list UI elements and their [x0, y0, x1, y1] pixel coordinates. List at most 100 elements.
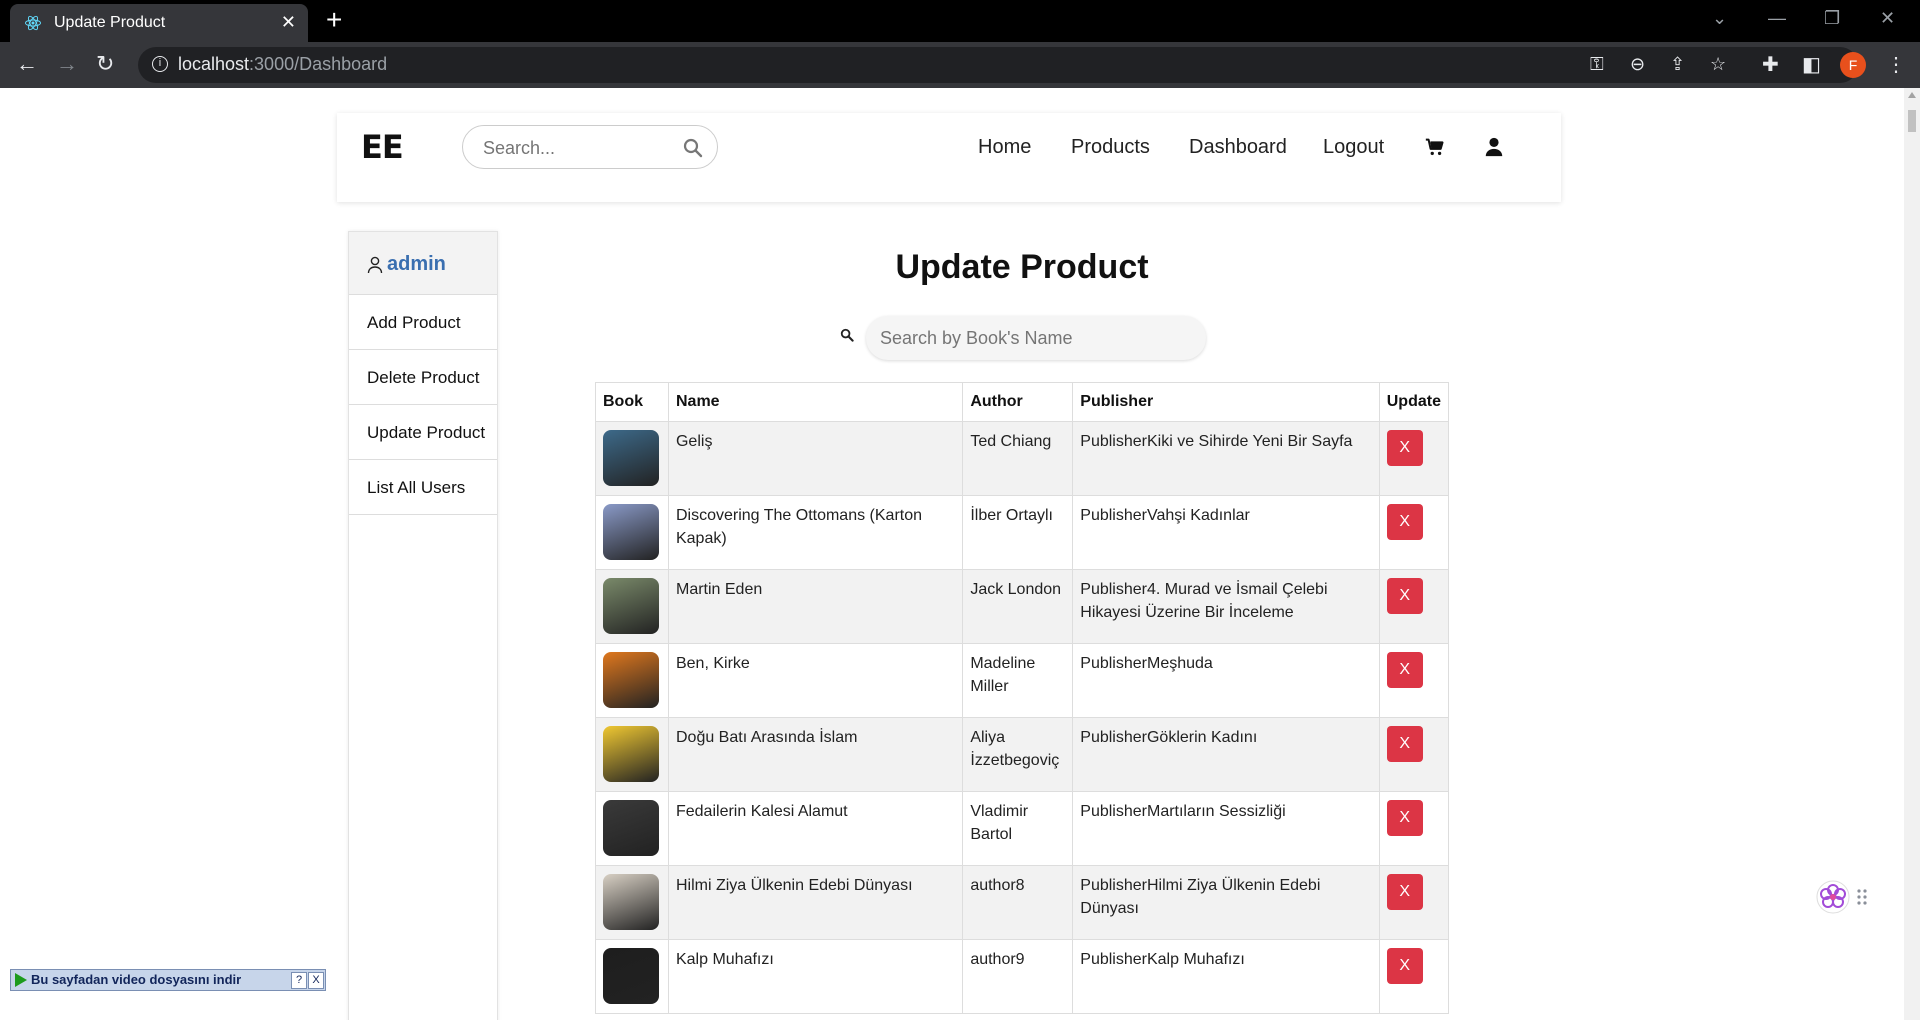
profile-avatar[interactable]: F [1840, 52, 1866, 78]
cell-update: X [1378, 717, 1450, 792]
cell-author: Jack London [962, 569, 1074, 644]
nav-logout[interactable]: Logout [1323, 136, 1384, 159]
menu-icon[interactable]: ⋮ [1886, 52, 1906, 77]
table-row: Fedailerin Kalesi Alamut Vladimir Bartol P… [595, 791, 1450, 866]
scroll-up-icon[interactable] [1908, 92, 1916, 98]
zoom-icon[interactable]: ⊖ [1630, 54, 1645, 75]
cell-author: author8 [962, 865, 1074, 940]
column-header-publisher: Publisher [1072, 382, 1380, 422]
site-search-input[interactable] [481, 137, 675, 160]
window-close-icon[interactable]: ✕ [1880, 8, 1895, 29]
extensions-icon[interactable]: ✚ [1762, 52, 1779, 77]
back-icon[interactable]: ← [16, 52, 38, 76]
brand-logo[interactable]: EE [361, 128, 404, 166]
cell-update: X [1378, 939, 1450, 1014]
update-row-button[interactable]: X [1386, 726, 1423, 762]
table-row: Martin Eden Jack London Publisher4. Murad … [595, 569, 1450, 644]
cell-publisher: PublisherVahşi Kadınlar [1072, 495, 1380, 570]
drag-handle-icon[interactable] [1856, 888, 1868, 906]
cell-update: X [1378, 643, 1450, 718]
book-search-input[interactable] [878, 327, 1192, 350]
page-scrollbar[interactable] [1904, 88, 1920, 1020]
column-header-author: Author [962, 382, 1074, 422]
cell-publisher: PublisherHilmi Ziya Ülkenin Edebi Dünyas… [1072, 865, 1380, 940]
new-tab-button[interactable]: + [326, 6, 342, 34]
tab-close-icon[interactable]: ✕ [281, 12, 296, 33]
share-icon[interactable]: ⇪ [1670, 54, 1685, 75]
update-row-button[interactable]: X [1386, 800, 1423, 836]
download-close-button[interactable]: X [308, 972, 324, 989]
forward-icon[interactable]: → [56, 52, 78, 76]
page-title: Update Product [895, 248, 1149, 286]
bookmark-star-icon[interactable]: ☆ [1710, 54, 1726, 75]
column-header-update: Update [1378, 382, 1450, 422]
sidebar-item-delete-product[interactable]: Delete Product [349, 350, 497, 405]
cell-name: Geliş [667, 421, 964, 496]
site-info-icon[interactable]: i [152, 56, 168, 72]
cell-name: Hilmi Ziya Ülkenin Edebi Dünyası [667, 865, 964, 940]
cell-book [595, 717, 669, 792]
cell-book [595, 495, 669, 570]
products-table: Book Name Author Publisher Update Geliş T… [595, 382, 1450, 1014]
update-row-button[interactable]: X [1386, 578, 1423, 614]
table-row: Discovering The Ottomans (Karton Kapak) İ… [595, 495, 1450, 570]
sidebar-item-label: List All Users [367, 478, 466, 497]
update-row-button[interactable]: X [1386, 652, 1423, 688]
cell-update: X [1378, 495, 1450, 570]
nav-dashboard[interactable]: Dashboard [1189, 136, 1287, 159]
cell-publisher: PublisherMeşhuda [1072, 643, 1380, 718]
book-cover-image [603, 504, 659, 560]
cell-publisher: PublisherMartıların Sessizliği [1072, 791, 1380, 866]
column-header-book: Book [595, 382, 669, 422]
sidebar-user-header: admin [349, 232, 497, 295]
update-row-button[interactable]: X [1386, 504, 1423, 540]
download-help-button[interactable]: ? [291, 972, 307, 989]
cell-book [595, 939, 669, 1014]
tab-search-icon[interactable]: ⌄ [1712, 8, 1727, 29]
sidebar-username[interactable]: admin [387, 253, 446, 276]
browser-tab[interactable]: Update Product ✕ [10, 4, 308, 42]
update-row-button[interactable]: X [1386, 948, 1423, 984]
book-cover-image [603, 948, 659, 1004]
assistant-flower-icon[interactable] [1816, 880, 1850, 914]
scrollbar-thumb[interactable] [1908, 110, 1916, 132]
table-header-row: Book Name Author Publisher Update [595, 382, 1450, 422]
cell-update: X [1378, 421, 1450, 496]
cell-name: Doğu Batı Arasında İslam [667, 717, 964, 792]
key-icon[interactable]: ⚿ [1590, 54, 1604, 75]
cell-update: X [1378, 791, 1450, 866]
sidebar-item-label: Update Product [367, 423, 486, 442]
sidebar-item-list-users[interactable]: List All Users [349, 460, 497, 515]
update-row-button[interactable]: X [1386, 430, 1423, 466]
dashboard-sidebar: admin Add Product Delete Product Update … [348, 231, 498, 1020]
cell-name: Fedailerin Kalesi Alamut [667, 791, 964, 866]
react-icon [25, 15, 41, 31]
update-row-button[interactable]: X [1386, 874, 1423, 910]
reload-icon[interactable]: ↻ [96, 52, 114, 76]
column-header-name: Name [667, 382, 964, 422]
browser-toolbar: ← → ↻ i localhost:3000/Dashboard ⚿ ⊖ ⇪ ☆… [0, 42, 1920, 88]
cell-author: Aliya İzzetbegoviç [962, 717, 1074, 792]
table-row: Kalp Muhafızı author9 PublisherKalp Muhafı… [595, 939, 1450, 1014]
side-panel-icon[interactable]: ◧ [1802, 52, 1821, 77]
minimize-icon[interactable]: — [1768, 8, 1786, 29]
cell-publisher: PublisherKalp Muhafızı [1072, 939, 1380, 1014]
nav-products[interactable]: Products [1071, 136, 1150, 159]
cell-name: Kalp Muhafızı [667, 939, 964, 1014]
download-bar-text[interactable]: Bu sayfadan video dosyasını indir [31, 972, 241, 987]
cell-publisher: Publisher4. Murad ve İsmail Çelebi Hikay… [1072, 569, 1380, 644]
cell-author: Vladimir Bartol [962, 791, 1074, 866]
sidebar-item-add-product[interactable]: Add Product [349, 295, 497, 350]
restore-icon[interactable]: ❐ [1824, 8, 1840, 29]
address-bar[interactable]: i localhost:3000/Dashboard ⚿ ⊖ ⇪ ☆ [138, 47, 1858, 83]
book-cover-image [603, 430, 659, 486]
nav-home[interactable]: Home [978, 136, 1031, 159]
page-viewport: EE Home Products Dashboard Logout [0, 88, 1904, 1020]
site-navbar: EE Home Products Dashboard Logout [337, 113, 1561, 202]
video-download-bar[interactable]: Bu sayfadan video dosyasını indir ? X [10, 969, 326, 991]
cart-icon[interactable] [1424, 136, 1446, 158]
sidebar-item-update-product[interactable]: Update Product [349, 405, 497, 460]
search-icon[interactable] [683, 138, 703, 158]
user-icon[interactable] [1483, 136, 1505, 158]
table-row: Geliş Ted Chiang PublisherKiki ve Sihirde … [595, 421, 1450, 496]
